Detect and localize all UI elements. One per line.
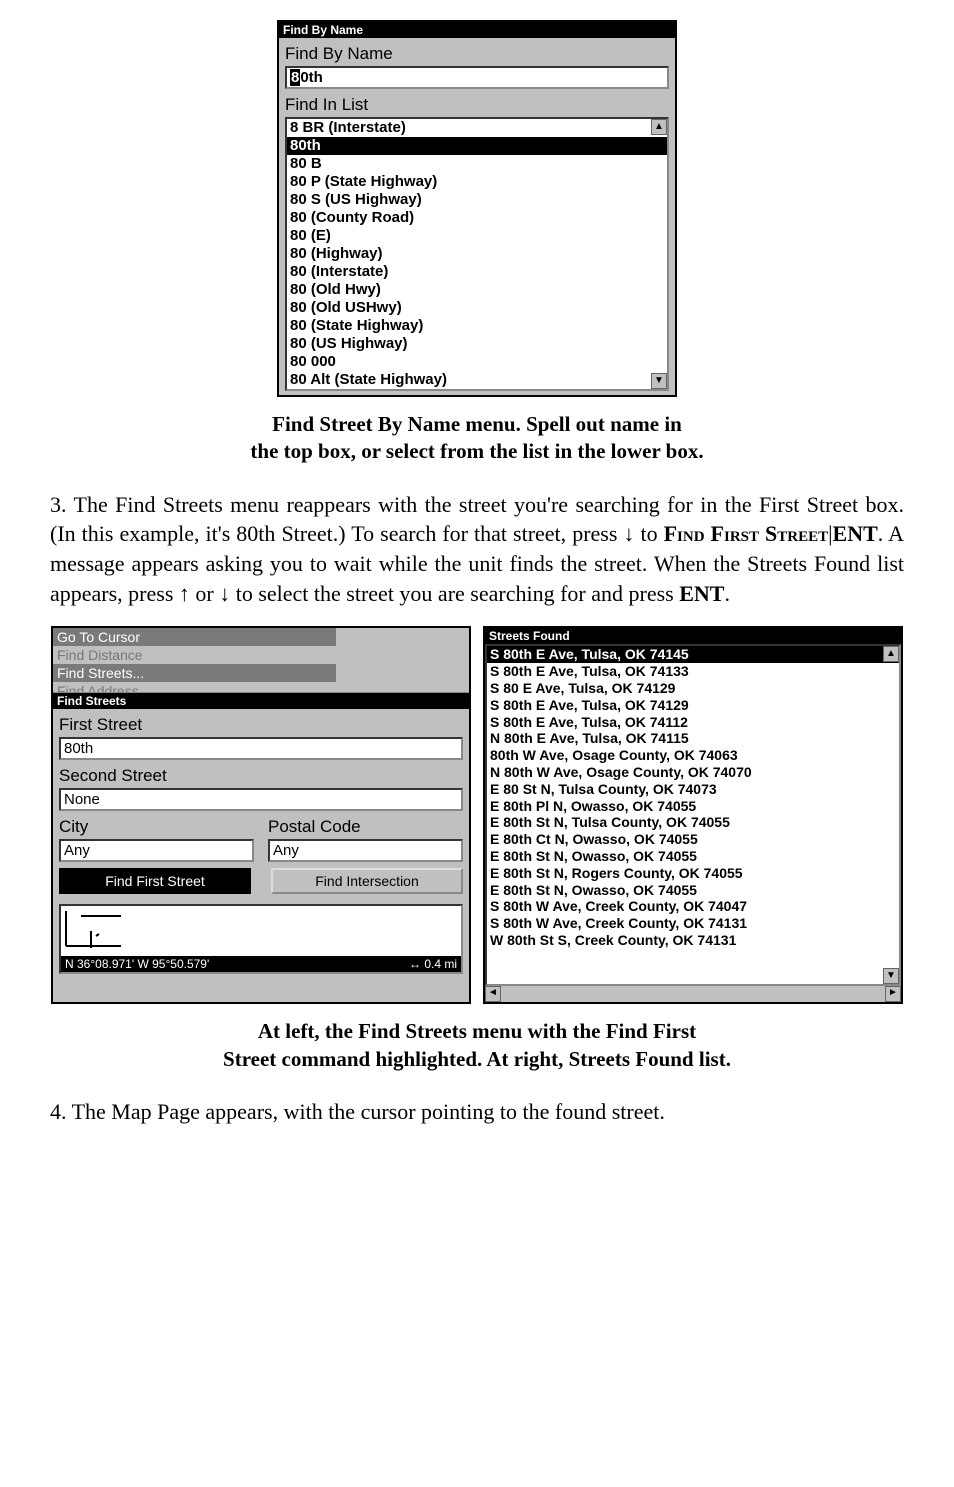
list-item[interactable]: 80 (Interstate) — [287, 263, 667, 281]
city-input[interactable]: Any — [59, 839, 254, 862]
input-rest: 0th — [300, 69, 323, 86]
list-item[interactable]: 80 P (State Highway) — [287, 173, 667, 191]
scroll-left-icon[interactable]: ◄ — [485, 986, 501, 1002]
find-streets-titlebar: Find Streets — [53, 693, 469, 709]
list-item[interactable]: 80 000 — [287, 353, 667, 371]
list-item[interactable]: S 80 E Ave, Tulsa, OK 74129 — [487, 680, 899, 697]
list-item[interactable]: E 80th St N, Rogers County, OK 74055 — [487, 865, 899, 882]
find-by-name-list[interactable]: ▲ ▼ 8 BR (Interstate)80th80 B80 P (State… — [285, 117, 669, 391]
list-item[interactable]: 80 (Old USHwy) — [287, 299, 667, 317]
list-item[interactable]: 80 (E) — [287, 227, 667, 245]
mini-map: N 36°08.971' W 95°50.579' ↔ 0.4 mi — [59, 904, 463, 974]
list-item[interactable]: 80 (County Road) — [287, 209, 667, 227]
figure2-caption: At left, the Find Streets menu with the … — [50, 1018, 904, 1073]
list-item[interactable]: 80 (Highway) — [287, 245, 667, 263]
scroll-up-icon[interactable]: ▲ — [651, 119, 667, 135]
list-item[interactable]: E 80th St N, Owasso, OK 74055 — [487, 848, 899, 865]
list-item[interactable]: S 80th E Ave, Tulsa, OK 74129 — [487, 697, 899, 714]
list-item[interactable]: N 80th W Ave, Osage County, OK 74070 — [487, 764, 899, 781]
ghost-streets: Find Streets... — [53, 664, 336, 682]
find-first-street-button[interactable]: Find First Street — [59, 868, 251, 894]
list-item[interactable]: 80th W Ave, Osage County, OK 74063 — [487, 747, 899, 764]
list-item[interactable]: S 80th E Ave, Tulsa, OK 74133 — [487, 663, 899, 680]
scroll-right-icon[interactable]: ► — [885, 986, 901, 1002]
list-item[interactable]: 80 (Old Hwy) — [287, 281, 667, 299]
find-by-name-titlebar: Find By Name — [279, 22, 675, 38]
list-item[interactable]: S 80th E Ave, Tulsa, OK 74145 — [487, 646, 899, 663]
list-item[interactable]: W 80th St S, Creek County, OK 74131 — [487, 932, 899, 949]
list-item[interactable]: E 80 St N, Tulsa County, OK 74073 — [487, 781, 899, 798]
scroll-down-icon[interactable]: ▼ — [883, 968, 899, 984]
streets-found-list[interactable]: ▲ ▼ S 80th E Ave, Tulsa, OK 74145S 80th … — [485, 644, 901, 986]
scroll-down-icon[interactable]: ▼ — [651, 373, 667, 389]
find-intersection-button[interactable]: Find Intersection — [271, 868, 463, 894]
ghost-distance: Find Distance — [53, 646, 336, 664]
list-item[interactable]: 80th — [287, 137, 667, 155]
figure1-caption: Find Street By Name menu. Spell out name… — [50, 411, 904, 466]
list-item[interactable]: 80 (State Highway) — [287, 317, 667, 335]
streets-found-titlebar: Streets Found — [485, 628, 901, 644]
list-item[interactable]: E 80th St N, Owasso, OK 74055 — [487, 882, 899, 899]
list-item[interactable]: E 80th Pl N, Owasso, OK 74055 — [487, 798, 899, 815]
find-streets-screenshot: Go To Cursor Find Distance Find Streets.… — [51, 626, 471, 1004]
list-item[interactable]: E 80th St N, Tulsa County, OK 74055 — [487, 814, 899, 831]
input-caret: 8 — [290, 69, 300, 86]
list-item[interactable]: N 80th E Ave, Tulsa, OK 74115 — [487, 730, 899, 747]
first-street-input[interactable]: 80th — [59, 737, 463, 760]
find-by-name-input[interactable]: 80th — [285, 66, 669, 89]
list-item[interactable]: 80 (US Highway) — [287, 335, 667, 353]
find-by-name-screenshot: Find By Name Find By Name 80th Find In L… — [277, 20, 677, 397]
city-label: City — [59, 817, 254, 837]
second-street-input[interactable]: None — [59, 788, 463, 811]
list-item[interactable]: S 80th W Ave, Creek County, OK 74131 — [487, 915, 899, 932]
find-in-list-label: Find In List — [285, 95, 669, 115]
list-item[interactable]: S 80th W Ave, Creek County, OK 74047 — [487, 898, 899, 915]
step-3-text: 3. The Find Streets menu reappears with … — [50, 490, 904, 609]
map-roads-icon — [61, 906, 461, 956]
list-item[interactable]: E 80th Ct N, Owasso, OK 74055 — [487, 831, 899, 848]
first-street-label: First Street — [59, 715, 463, 735]
postal-label: Postal Code — [268, 817, 463, 837]
second-street-label: Second Street — [59, 766, 463, 786]
ghost-cursor: Go To Cursor — [53, 628, 336, 646]
list-item[interactable]: 80 Alt (State Highway) — [287, 371, 667, 389]
postal-input[interactable]: Any — [268, 839, 463, 862]
find-by-name-label: Find By Name — [285, 44, 669, 64]
list-item[interactable]: 8 BR (Interstate) — [287, 119, 667, 137]
streets-found-screenshot: Streets Found ▲ ▼ S 80th E Ave, Tulsa, O… — [483, 626, 903, 1004]
list-item[interactable]: S 80th E Ave, Tulsa, OK 74112 — [487, 714, 899, 731]
list-item[interactable]: 80 S (US Highway) — [287, 191, 667, 209]
ghost-address: Find Address... — [53, 682, 336, 692]
list-item[interactable]: 80 B — [287, 155, 667, 173]
step-4-text: 4. The Map Page appears, with the cursor… — [50, 1097, 904, 1127]
scroll-up-icon[interactable]: ▲ — [883, 646, 899, 662]
map-statusbar: N 36°08.971' W 95°50.579' ↔ 0.4 mi — [61, 956, 461, 972]
